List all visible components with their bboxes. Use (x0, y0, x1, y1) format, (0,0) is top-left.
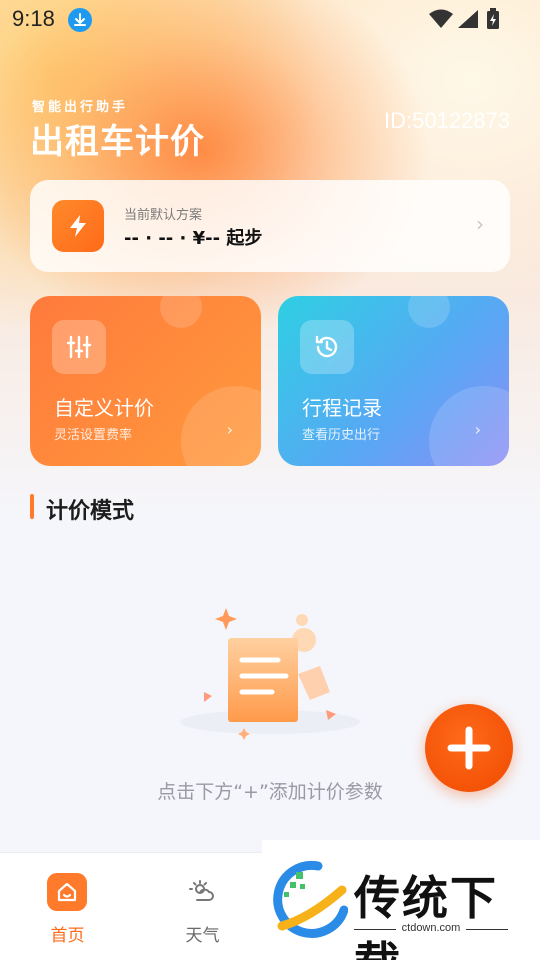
decor-circle (429, 386, 509, 466)
tab-label: 首页 (50, 926, 85, 946)
divider (466, 929, 508, 930)
decor-circle (160, 296, 202, 328)
section-title: 计价模式 (46, 499, 135, 524)
chevron-right-icon: › (474, 420, 481, 439)
chevron-right-icon: › (476, 212, 484, 236)
chevron-right-icon: › (226, 420, 233, 439)
plus-icon (447, 726, 491, 770)
weather-icon (182, 873, 222, 911)
page-title: 出租车计价 (30, 122, 205, 162)
battery-icon (486, 8, 500, 34)
empty-state-illustration (170, 600, 370, 745)
card-subtitle: 查看历史出行 (302, 428, 381, 443)
signal-icon (456, 8, 480, 34)
card-title: 行程记录 (302, 396, 382, 420)
decor-circle (408, 296, 450, 328)
sliders-icon (52, 320, 106, 374)
plan-label: 当前默认方案 (124, 208, 203, 223)
add-pricing-button[interactable] (425, 704, 513, 792)
status-time: 9:18 (12, 6, 55, 31)
user-id: ID:50122873 (384, 108, 510, 133)
tab-weather[interactable]: 天气 (135, 853, 270, 960)
history-icon (300, 320, 354, 374)
plan-value: -- · -- · ¥-- 起步 (124, 228, 263, 249)
custom-pricing-card[interactable]: 自定义计价 灵活设置费率 › (30, 296, 261, 466)
card-title: 自定义计价 (54, 396, 154, 420)
watermark-logo-icon (270, 860, 349, 944)
download-icon (68, 8, 92, 32)
default-plan-card[interactable]: 当前默认方案 -- · -- · ¥-- 起步 › (30, 180, 510, 272)
wifi-icon (428, 8, 454, 34)
app-subtitle: 智能出行助手 (32, 100, 129, 115)
home-icon (47, 873, 87, 911)
watermark: 传统下载 ctdown.com (262, 840, 540, 960)
status-bar: 9:18 (0, 0, 540, 38)
lightning-icon (52, 200, 104, 252)
card-subtitle: 灵活设置费率 (54, 428, 133, 443)
decor-circle (181, 386, 261, 466)
watermark-url: ctdown.com (401, 922, 461, 934)
tab-label: 天气 (185, 926, 220, 946)
tab-home[interactable]: 首页 (0, 853, 135, 960)
section-accent-bar (30, 494, 34, 519)
watermark-text: 传统下载 (354, 871, 498, 960)
trip-history-card[interactable]: 行程记录 查看历史出行 › (278, 296, 509, 466)
